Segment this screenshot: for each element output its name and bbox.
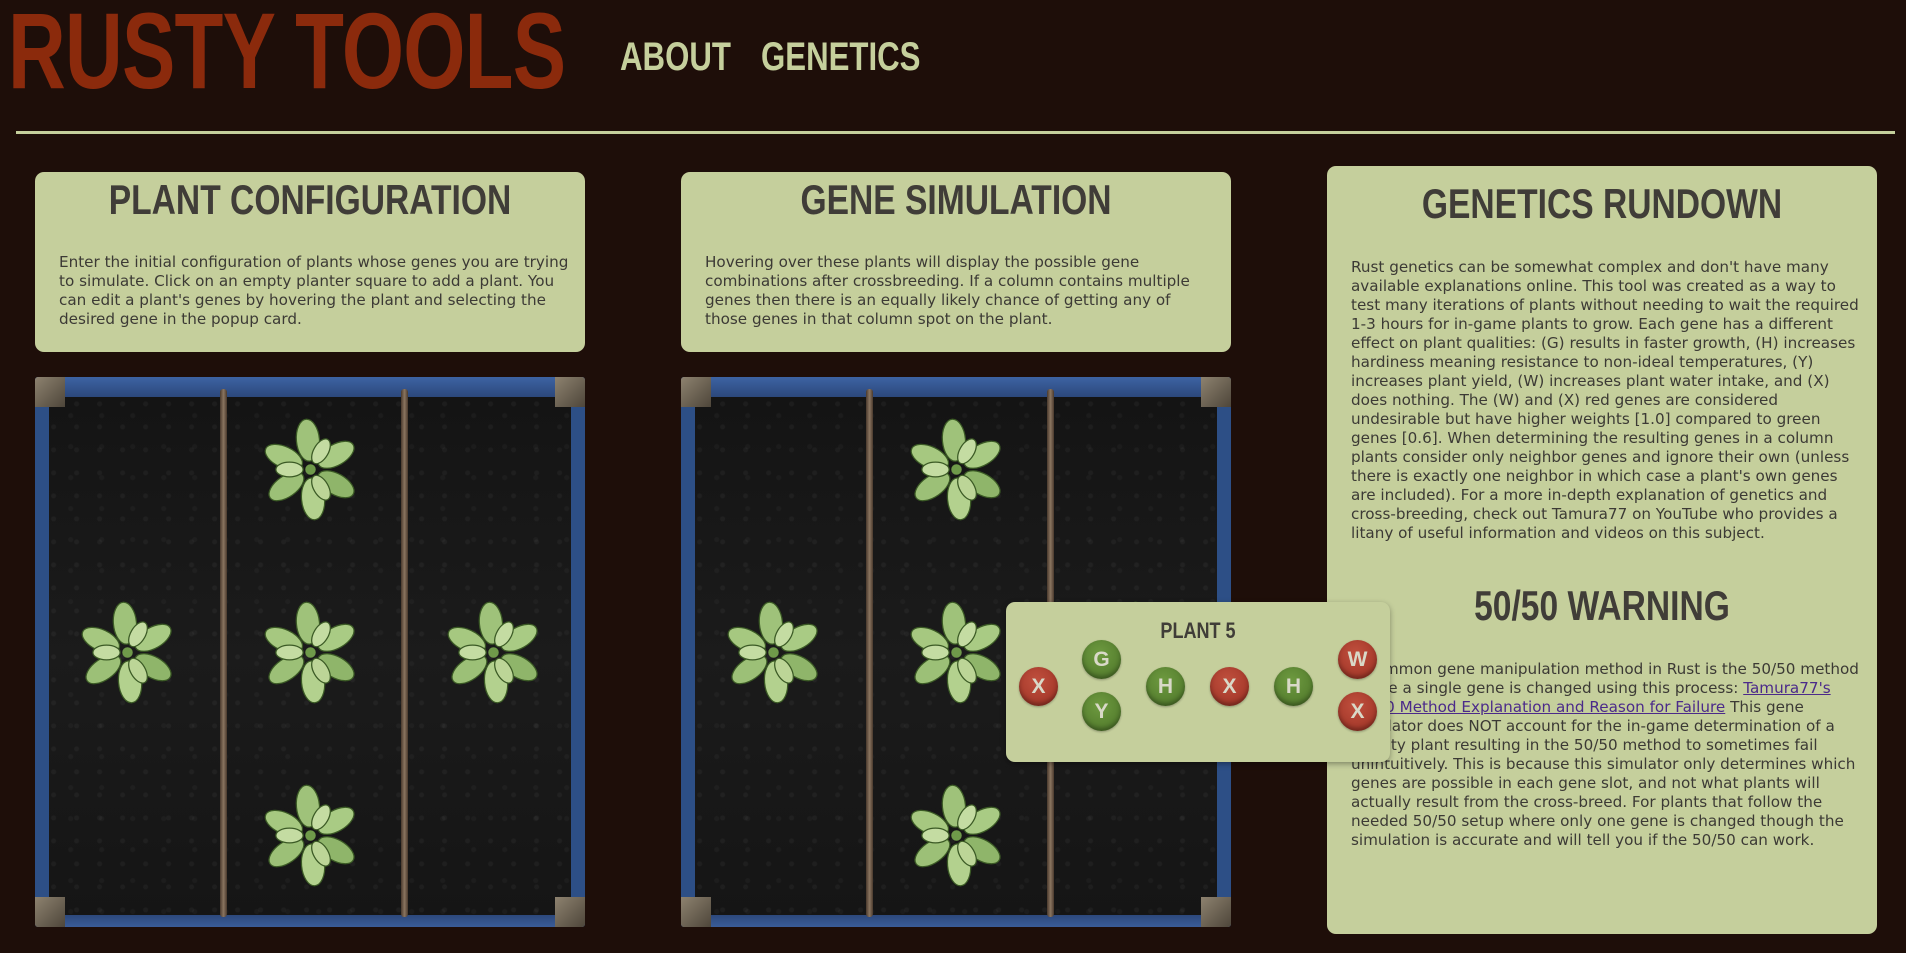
config-planter-slot[interactable]	[220, 562, 403, 745]
plant-configuration-card: PLANT CONFIGURATION Enter the initial co…	[35, 172, 585, 352]
gene-y-button[interactable]: Y	[1082, 692, 1121, 731]
gene-simulation-title: GENE SIMULATION	[800, 176, 1112, 223]
plant-icon[interactable]	[258, 600, 363, 705]
gene-h-button[interactable]: H	[1146, 667, 1185, 706]
plant-icon[interactable]	[721, 600, 826, 705]
popup-title: PLANT 5	[1160, 618, 1236, 643]
plant-icon[interactable]	[904, 783, 1009, 888]
config-planter	[35, 377, 585, 927]
gene-simulation-card: GENE SIMULATION Hovering over these plan…	[681, 172, 1231, 352]
config-planter-slot[interactable]	[220, 745, 403, 927]
sim-planter-slot[interactable]	[683, 745, 866, 927]
genetics-rundown-body: Rust genetics can be somewhat complex an…	[1351, 258, 1859, 542]
plant-gene-popup: PLANT 5 XGYHXHWX	[1006, 602, 1390, 762]
plant-icon[interactable]	[258, 783, 363, 888]
config-planter-slot[interactable]	[37, 562, 220, 745]
sim-planter-slot[interactable]	[683, 562, 866, 745]
sim-planter-slot[interactable]	[683, 379, 866, 562]
sim-planter-slot[interactable]	[866, 745, 1049, 927]
warning-body: This gene simulator does NOT account for…	[1351, 698, 1856, 849]
sim-planter-slot[interactable]	[866, 379, 1049, 562]
warning-title: 50/50 WARNING	[1474, 582, 1730, 629]
config-planter-slot[interactable]	[403, 745, 585, 927]
config-planter-slot[interactable]	[220, 379, 403, 562]
sim-planter-slot[interactable]	[1049, 379, 1231, 562]
plant-configuration-description: Enter the initial configuration of plant…	[59, 253, 569, 328]
page: RUSTY TOOLS ABOUT GENETICS PLANT CONFIGU…	[0, 0, 1906, 953]
genetics-rundown-card: GENETICS RUNDOWN Rust genetics can be so…	[1327, 166, 1877, 934]
config-planter-slot[interactable]	[403, 379, 585, 562]
plant-icon[interactable]	[258, 417, 363, 522]
gene-x-button[interactable]: X	[1210, 667, 1249, 706]
site-logo[interactable]: RUSTY TOOLS	[8, 0, 566, 105]
nav-genetics-link[interactable]: GENETICS	[761, 34, 920, 80]
header-divider	[16, 131, 1895, 134]
gene-simulation-description: Hovering over these plants will display …	[705, 253, 1190, 328]
warning-text: A common gene manipulation method in Rus…	[1351, 660, 1861, 850]
gene-x-button[interactable]: X	[1338, 692, 1377, 731]
plant-icon[interactable]	[904, 600, 1009, 705]
config-planter-slot[interactable]	[37, 379, 220, 562]
nav-about-link[interactable]: ABOUT	[620, 34, 731, 80]
genetics-rundown-title: GENETICS RUNDOWN	[1421, 180, 1783, 227]
config-planter-slot[interactable]	[403, 562, 585, 745]
sim-planter-slot[interactable]	[1049, 745, 1231, 927]
gene-g-button[interactable]: G	[1082, 640, 1121, 679]
plant-icon[interactable]	[441, 600, 546, 705]
plant-configuration-title: PLANT CONFIGURATION	[108, 176, 512, 223]
gene-w-button[interactable]: W	[1338, 640, 1377, 679]
plant-icon[interactable]	[75, 600, 180, 705]
gene-h-button[interactable]: H	[1274, 667, 1313, 706]
plant-icon[interactable]	[904, 417, 1009, 522]
config-planter-slot[interactable]	[37, 745, 220, 927]
gene-x-button[interactable]: X	[1019, 667, 1058, 706]
